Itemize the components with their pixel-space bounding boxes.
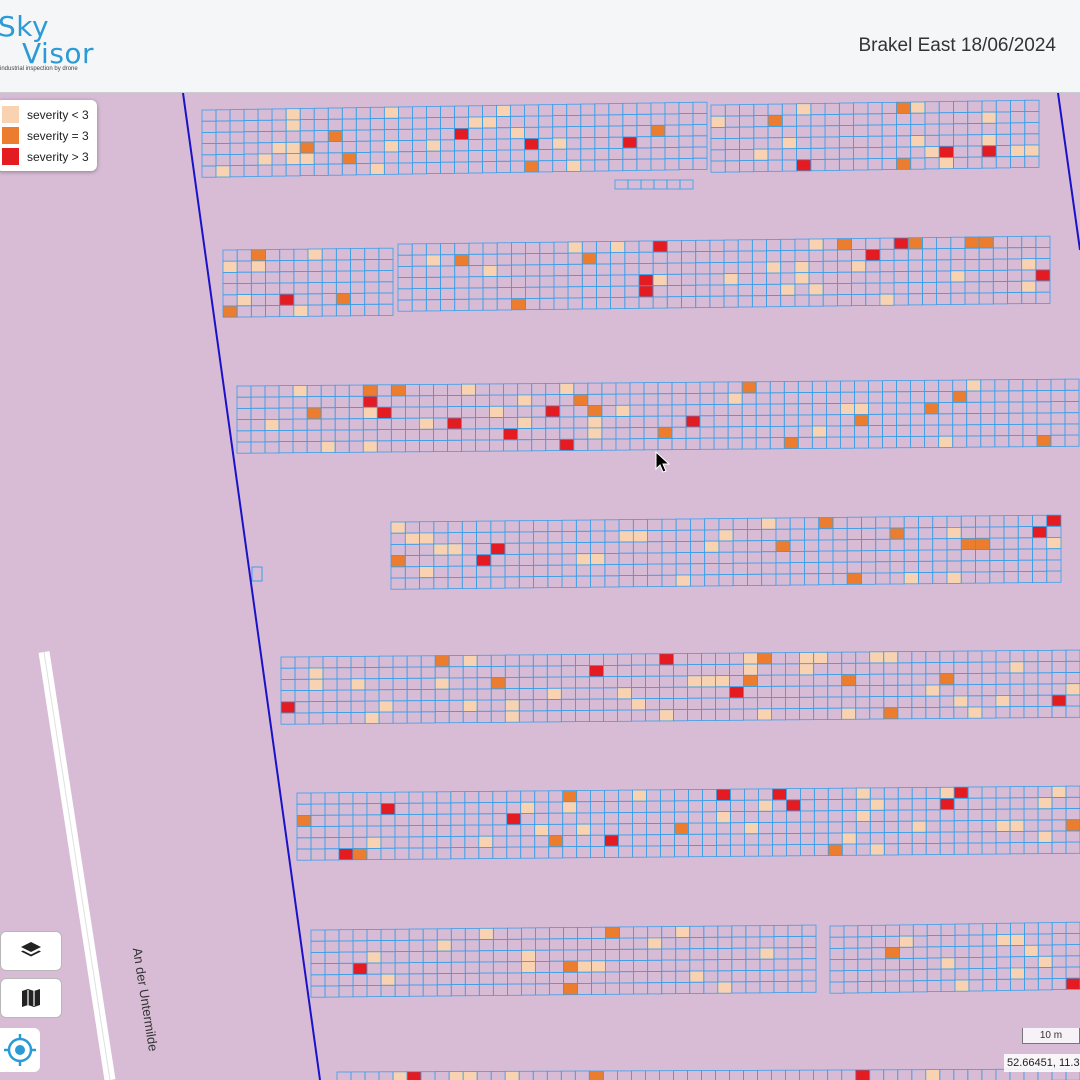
mouse-cursor-icon [655,451,671,473]
layers-icon [21,942,41,957]
skyvisor-logo: Sky Visor industrial inspection by drone [0,10,100,80]
locate-button[interactable] [0,1028,40,1072]
legend-swatch-high [2,148,19,165]
panel-array[interactable] [201,101,708,178]
basemap-button[interactable] [0,978,62,1018]
legend-item: severity < 3 [2,104,89,125]
panel-array[interactable] [829,921,1080,994]
panel-array[interactable] [236,378,1080,454]
panel-array[interactable] [336,1068,1080,1080]
logo-tagline: industrial inspection by drone [0,66,78,72]
legend-swatch-medium [2,127,19,144]
panel-array[interactable] [710,99,1040,173]
coordinate-readout: 52.66451, 11.3 [1004,1054,1080,1072]
legend-swatch-low [2,106,19,123]
legend-item: severity = 3 [2,125,89,146]
panel-array[interactable] [310,924,817,998]
map-icon [22,989,40,1007]
panel-array[interactable] [280,649,1080,725]
panel-array[interactable] [222,247,394,318]
site-boundary-west [182,93,321,1080]
panel-array[interactable] [390,514,1062,590]
inspection-title: Brakel East 18/06/2024 [858,35,1056,56]
single-panel[interactable] [251,566,263,582]
legend-label: severity < 3 [27,107,89,122]
severity-legend: severity < 3 severity = 3 severity > 3 [0,100,97,171]
crosshair-icon [4,1034,36,1066]
panel-array[interactable] [397,235,1051,312]
panel-array[interactable] [296,785,1080,861]
legend-label: severity > 3 [27,149,89,164]
scale-bar: 10 m [1022,1028,1080,1044]
app-header: Sky Visor industrial inspection by drone… [0,0,1080,93]
solar-map[interactable] [0,93,1080,1080]
panel-arrays [201,99,1080,1080]
legend-item: severity > 3 [2,146,89,167]
layers-button[interactable] [0,931,62,971]
panel-strip[interactable] [614,179,694,190]
site-boundary-east [1057,93,1080,251]
legend-label: severity = 3 [27,128,89,143]
